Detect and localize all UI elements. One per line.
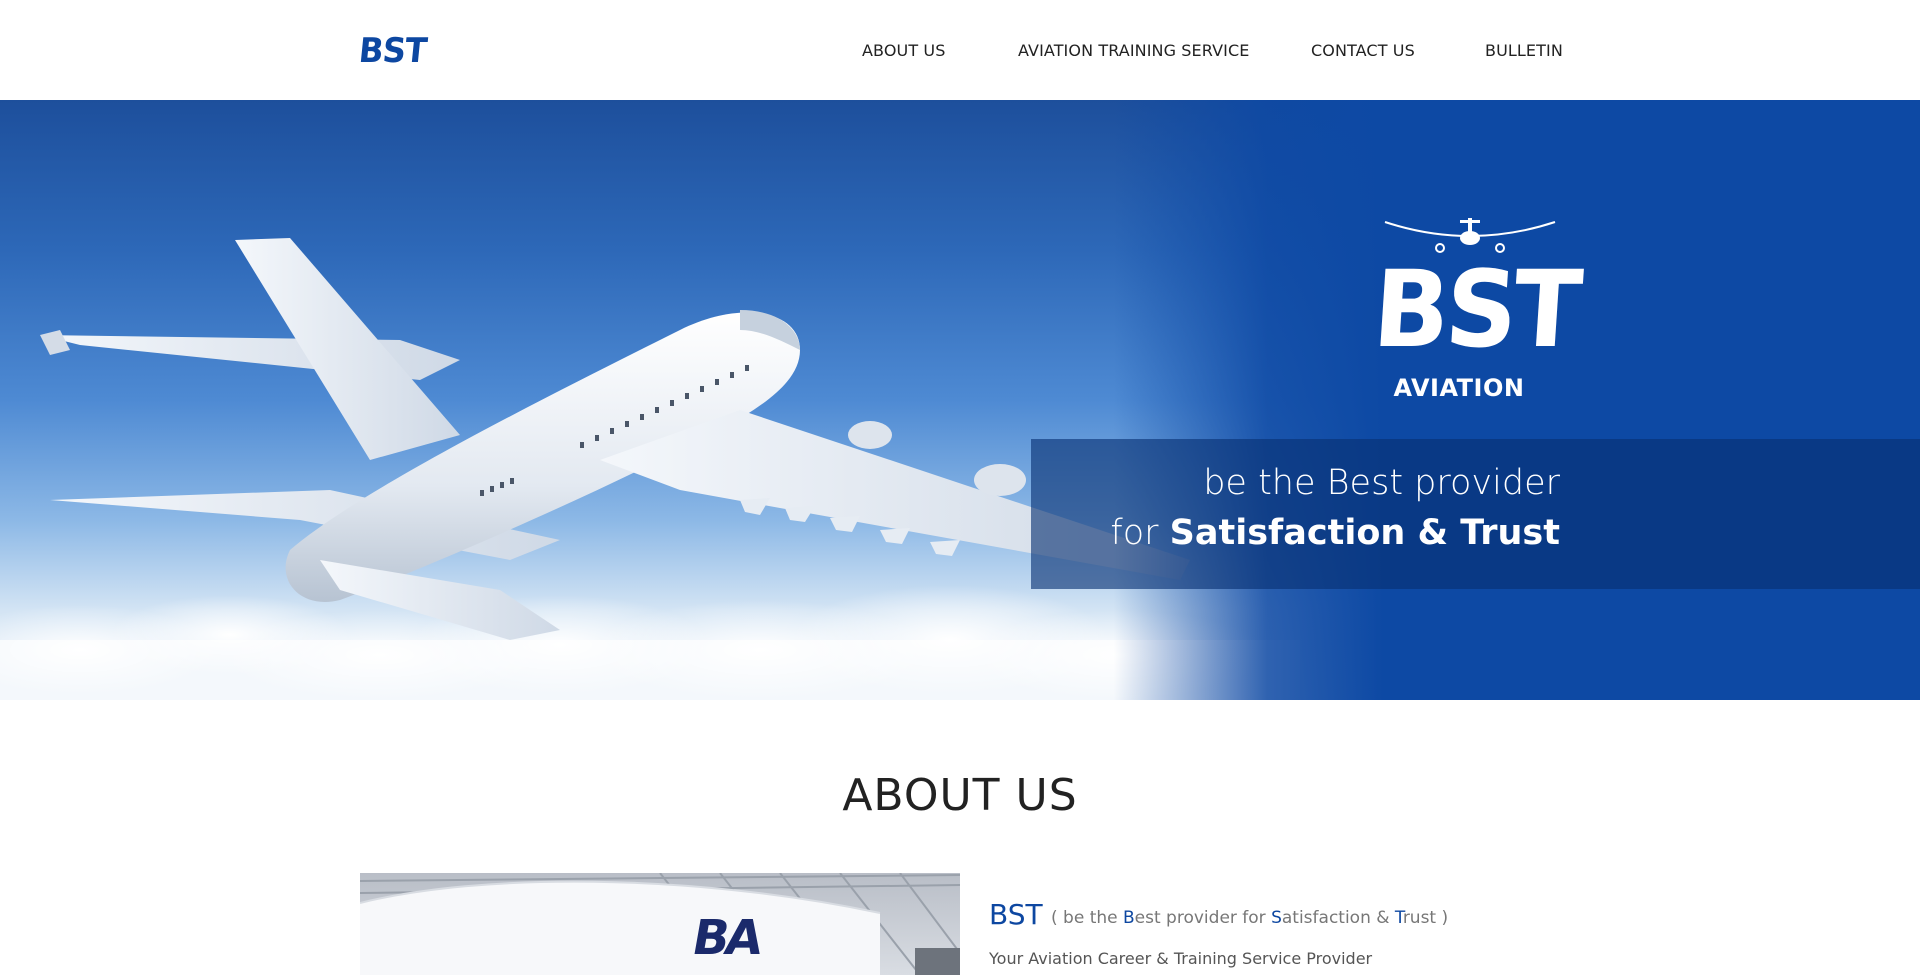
subtitle-highlight: B	[1123, 908, 1135, 928]
site-header: BST ABOUT US AVIATION TRAINING SERVICE C…	[0, 0, 1920, 100]
hero-banner: BST AVIATION be the Best provider for Sa…	[0, 100, 1920, 700]
hero-tagline-box: be the Best provider for Satisfaction & …	[1031, 439, 1920, 589]
hero-blue-overlay	[0, 100, 1920, 700]
hero-tagline-line2: for Satisfaction & Trust	[1110, 513, 1560, 553]
about-brand-subtitle: ( be the Best provider for Satisfaction …	[1051, 905, 1448, 931]
nav-item-contact-us[interactable]: CONTACT US	[1311, 38, 1415, 64]
subtitle-part: rust )	[1402, 908, 1449, 928]
nav-item-about-us[interactable]: ABOUT US	[862, 38, 945, 64]
subtitle-highlight: S	[1271, 908, 1282, 928]
main-nav: ABOUT US AVIATION TRAINING SERVICE CONTA…	[0, 38, 1920, 64]
about-brand-heading: BST	[989, 898, 1043, 931]
hero-logo: BST AVIATION	[1370, 210, 1582, 410]
hero-logo-text: BST	[1369, 248, 1583, 371]
nav-item-bulletin[interactable]: BULLETIN	[1485, 38, 1563, 64]
hero-tagline-line1: be the Best provider	[1203, 463, 1560, 503]
hero-logo-subtitle: AVIATION	[1393, 374, 1525, 402]
hero-tagline-emphasis: Satisfaction & Trust	[1169, 513, 1560, 553]
hero-tagline-prefix: for	[1110, 513, 1170, 553]
about-description: Your Aviation Career & Training Service …	[989, 949, 1373, 968]
about-section-title: ABOUT US	[842, 770, 1078, 821]
subtitle-part: est provider for	[1134, 908, 1272, 928]
nav-item-aviation-training-service[interactable]: AVIATION TRAINING SERVICE	[1018, 38, 1249, 64]
subtitle-part: ( be the	[1051, 908, 1123, 928]
about-image-logo: BA	[688, 910, 764, 966]
hangar-illustration	[360, 873, 960, 975]
subtitle-highlight: T	[1394, 908, 1403, 928]
subtitle-part: atisfaction &	[1281, 908, 1395, 928]
about-image: BA	[360, 873, 960, 975]
